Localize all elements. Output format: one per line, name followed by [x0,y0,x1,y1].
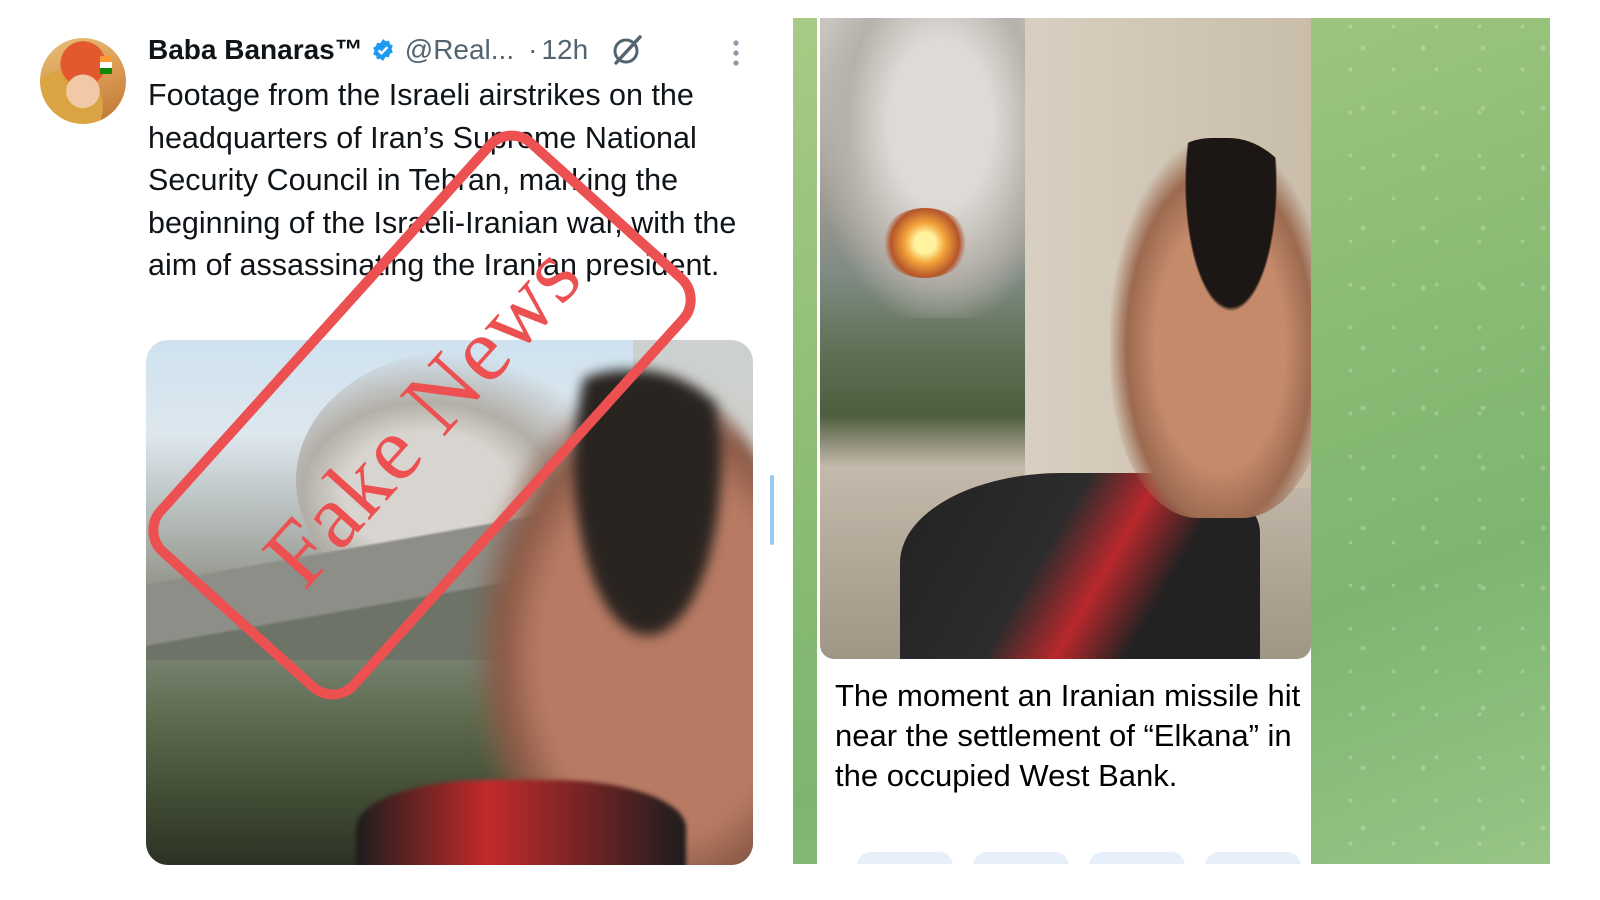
verified-badge-icon [372,39,393,61]
tweet-text: Footage from the Israeli airstrikes on t… [148,78,737,282]
author-name[interactable]: Baba Banaras™ [148,34,363,66]
timestamp[interactable]: 12h [541,34,588,66]
person-shirt [356,780,686,865]
tweet-card: Baba Banaras™ @Real... · 12h Footage fro… [0,0,790,900]
more-options-icon[interactable] [728,38,744,72]
message-video[interactable] [820,18,1311,659]
reaction-chip[interactable] [857,852,953,864]
reaction-chip[interactable] [1205,852,1301,864]
scrollbar-thumb[interactable] [770,475,774,545]
flag-icon [100,56,112,74]
explosion [880,208,970,278]
message-bubble[interactable]: The moment an Iranian missile hit near t… [817,18,1311,864]
grok-icon[interactable] [610,33,644,67]
reaction-chip[interactable] [1089,852,1185,864]
message-caption: The moment an Iranian missile hit near t… [835,678,1301,793]
avatar[interactable] [40,38,126,124]
telegram-chat: The moment an Iranian missile hit near t… [793,18,1550,864]
separator-dot: · [528,34,538,65]
tweet-header: Baba Banaras™ @Real... · 12h [148,30,644,70]
tweet-video[interactable] [146,340,753,865]
person-face [1110,138,1311,518]
reaction-chip[interactable] [973,852,1069,864]
author-handle[interactable]: @Real... [405,34,514,66]
reaction-bar [857,852,1301,864]
